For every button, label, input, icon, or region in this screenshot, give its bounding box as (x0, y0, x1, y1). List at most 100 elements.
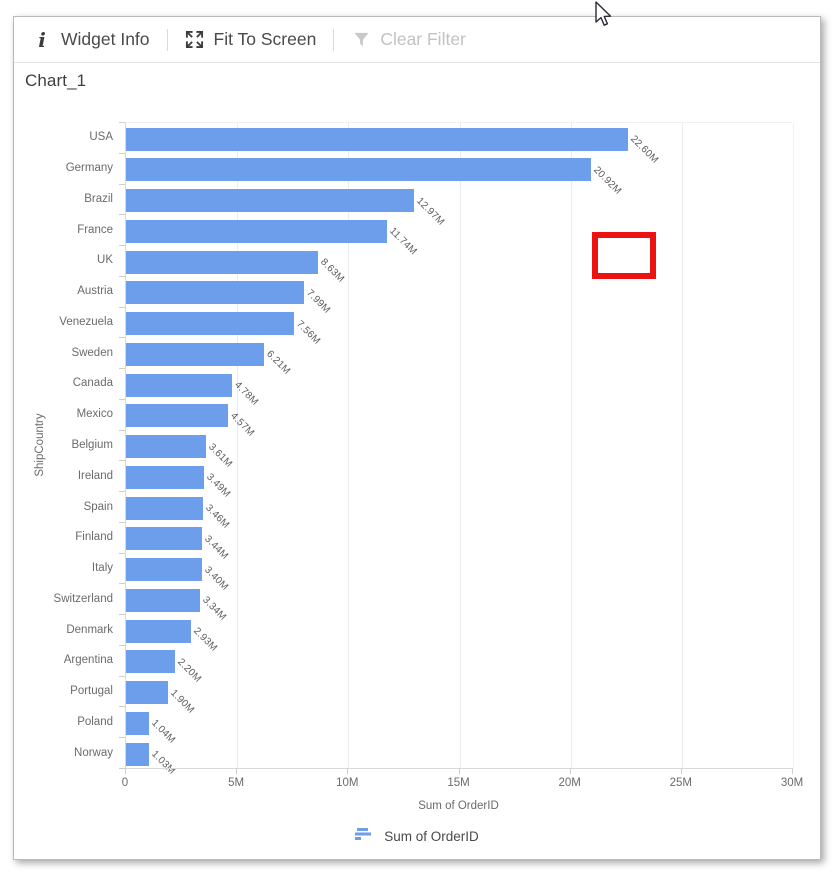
x-tick-label: 20M (558, 777, 581, 789)
toolbar-divider (333, 28, 335, 51)
x-tick-label: 5M (228, 777, 245, 789)
bar-row: 4.78M (126, 369, 793, 408)
bar[interactable] (126, 219, 388, 243)
bar[interactable] (126, 742, 149, 766)
widget-toolbar: i Widget Info Fit To Screen Clear Filter (14, 17, 820, 63)
y-tick-label: Denmark (66, 623, 113, 636)
y-tick-label: Brazil (84, 192, 113, 205)
y-tick-label: France (77, 223, 113, 236)
bar[interactable] (126, 373, 233, 397)
bar-row: 8.63M (126, 246, 793, 285)
clear-filter-label: Clear Filter (380, 29, 466, 49)
bar[interactable] (126, 158, 592, 182)
legend-label: Sum of OrderID (384, 829, 479, 844)
x-tick-mark (236, 768, 238, 774)
y-tick-label: Mexico (76, 408, 113, 421)
y-tick-label: Austria (77, 285, 113, 298)
y-tick-label: Switzerland (53, 592, 113, 605)
x-tick-label: 0 (121, 777, 129, 789)
y-tick-label: Sweden (71, 346, 113, 359)
bar-row: 3.40M (126, 554, 793, 592)
bar-row: 20.92M (126, 154, 793, 197)
bar-series-icon (355, 827, 373, 846)
bar[interactable] (126, 650, 175, 674)
y-axis-title: ShipCountry (34, 413, 46, 477)
fit-to-screen-button[interactable]: Fit To Screen (175, 27, 327, 52)
fit-to-screen-label: Fit To Screen (213, 29, 317, 49)
bar-row: 3.46M (126, 492, 793, 531)
bar-row: 11.74M (126, 215, 793, 258)
y-tick-label: Venezuela (59, 315, 113, 328)
y-tick-label: Italy (91, 562, 113, 575)
widget-info-button[interactable]: i Widget Info (22, 27, 160, 52)
bar-row: 6.21M (126, 338, 793, 377)
y-tick-label: Norway (74, 746, 113, 759)
x-tick-mark (792, 768, 793, 774)
x-tick-label: 25M (669, 777, 693, 789)
chart-title: Chart_1 (25, 71, 87, 90)
widget-info-label: Widget Info (61, 29, 150, 49)
y-tick-label: Ireland (77, 469, 113, 482)
bar-row: 3.49M (126, 461, 793, 500)
bar[interactable] (126, 527, 203, 551)
bar-row: 7.99M (126, 277, 793, 316)
bar[interactable] (126, 588, 201, 612)
y-tick-label: Belgium (71, 439, 113, 451)
bar[interactable] (126, 312, 295, 336)
bar-row: 3.44M (126, 523, 793, 562)
bar[interactable] (126, 619, 192, 643)
bar[interactable] (126, 496, 203, 520)
chart-legend[interactable]: Sum of OrderID (14, 827, 820, 846)
y-axis: ShipCountry USA Germany Brazil France UK Aust… (14, 122, 125, 769)
bar-row: 2.93M (126, 615, 793, 654)
bar-row: 1.03M (126, 738, 793, 777)
gridline (793, 123, 794, 768)
y-tick-label: Finland (75, 531, 113, 544)
bar-row: 1.04M (126, 707, 793, 746)
y-tick-label: UK (97, 254, 113, 267)
x-axis: Sum of OrderID 0 5M 10M 15M 20M 25M 30M (121, 768, 803, 828)
chart-canvas: ShipCountry USA Germany Brazil France UK Aust… (14, 95, 820, 859)
x-tick-mark (125, 768, 126, 774)
bar-row: 1.90M (126, 677, 793, 715)
y-tick-label: Germany (65, 162, 113, 175)
x-tick-mark (569, 768, 571, 774)
x-tick-label: 15M (447, 777, 470, 789)
bar-row: 2.20M (126, 646, 793, 685)
x-tick-mark (347, 768, 349, 774)
bar[interactable] (126, 342, 265, 366)
bar[interactable] (126, 711, 150, 735)
bar[interactable] (126, 281, 304, 305)
x-tick-label: 30M (780, 777, 804, 789)
bar-row: 12.97M (126, 185, 793, 227)
y-tick-label: Argentina (63, 654, 113, 667)
bar[interactable] (126, 127, 629, 151)
y-tick-label: Canada (72, 377, 113, 390)
bar[interactable] (126, 681, 169, 705)
y-tick-label: Poland (77, 715, 113, 728)
fit-to-screen-icon (185, 30, 205, 50)
plot-area: 22.60M 20.92M 12.97M 11.74M 8.63M 7.99M 7.56M 6… (125, 122, 794, 777)
y-tick-label: Portugal (70, 685, 113, 698)
bar[interactable] (126, 435, 207, 459)
x-tick-mark (458, 768, 460, 774)
y-tick-label: USA (89, 131, 113, 144)
widget-window: i Widget Info Fit To Screen Clear Filter… (13, 16, 821, 860)
bar[interactable] (126, 465, 204, 489)
bar[interactable] (126, 404, 228, 428)
bar[interactable] (126, 558, 202, 582)
x-axis-title: Sum of OrderID (418, 800, 499, 812)
x-tick-mark (680, 768, 682, 774)
bar[interactable] (126, 189, 415, 213)
bar[interactable] (126, 250, 318, 274)
clear-filter-button[interactable]: Clear Filter (341, 27, 476, 52)
x-tick-label: 10M (336, 777, 359, 789)
filter-icon (351, 30, 371, 50)
bar-row: 3.34M (126, 584, 793, 623)
bar-row: 3.61M (126, 431, 793, 469)
bar-row: 22.60M (126, 123, 793, 166)
bar-row: 4.57M (126, 400, 793, 439)
y-tick-label: Spain (83, 500, 113, 513)
bar-row: 7.56M (126, 308, 793, 346)
toolbar-divider (166, 28, 168, 51)
